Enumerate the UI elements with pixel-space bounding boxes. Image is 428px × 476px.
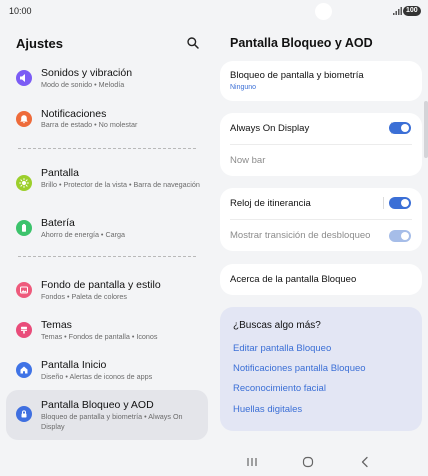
home-icon: [16, 362, 32, 378]
toggle-knob: [401, 199, 409, 207]
suggestions-card: ¿Buscas algo más? Editar pantalla Bloque…: [220, 307, 422, 431]
about-lock-screen-card[interactable]: Acerca de la pantalla Bloqueo: [220, 264, 422, 295]
item-sub: Bloqueo de pantalla y biometría • Always…: [41, 412, 183, 431]
camera-cutout: [315, 3, 332, 20]
aod-row[interactable]: Always On Display: [220, 113, 422, 144]
settings-item-display[interactable]: Pantalla Brillo • Protector de la vista …: [6, 160, 208, 206]
edge-panel-handle[interactable]: [424, 101, 428, 158]
suggestion-link[interactable]: Notificaciones pantalla Bloqueo: [233, 363, 366, 374]
item-sub: Modo de sonido • Melodía: [41, 80, 125, 89]
settings-item-lock-screen-aod[interactable]: Pantalla Bloqueo y AOD Bloqueo de pantal…: [6, 390, 208, 440]
lock-biometrics-card[interactable]: Bloqueo de pantalla y biometría Ninguno: [220, 61, 422, 101]
speaker-icon: [16, 70, 32, 86]
aod-card: Always On Display Now bar: [220, 113, 422, 176]
section-divider: [18, 148, 196, 149]
settings-item-notifications[interactable]: Notificaciones Barra de estado • No mole…: [6, 101, 208, 141]
brush-icon: [16, 322, 32, 338]
now-bar-label: Now bar: [230, 155, 266, 166]
aod-toggle[interactable]: [389, 122, 411, 134]
suggestion-link[interactable]: Huellas digitales: [233, 404, 302, 415]
suggestion-link[interactable]: Editar pantalla Bloqueo: [233, 343, 331, 354]
item-sub: Brillo • Protector de la vista • Barra d…: [41, 180, 200, 189]
about-lock-screen-label: Acerca de la pantalla Bloqueo: [230, 274, 357, 285]
item-sub: Fondos • Paleta de colores: [41, 292, 128, 301]
item-label: Fondo de pantalla y estilo: [41, 279, 161, 291]
item-label: Pantalla Bloqueo y AOD: [41, 399, 154, 411]
suggestions-heading: ¿Buscas algo más?: [233, 320, 321, 331]
roaming-clock-row[interactable]: Reloj de itinerancia: [220, 188, 422, 219]
item-sub: Diseño • Alertas de iconos de apps: [41, 372, 153, 381]
settings-title: Ajustes: [16, 36, 63, 51]
recents-icon[interactable]: [246, 456, 258, 468]
lock-biometrics-value: Ninguno: [230, 84, 257, 91]
item-sub: Ahorro de energía • Carga: [41, 230, 126, 239]
signal-icon: [393, 7, 402, 15]
item-label: Pantalla: [41, 167, 79, 179]
unlock-transition-toggle[interactable]: [389, 230, 411, 242]
clock-card: Reloj de itinerancia Mostrar transición …: [220, 188, 422, 251]
item-label: Pantalla Inicio: [41, 359, 107, 371]
roaming-clock-toggle[interactable]: [389, 197, 411, 209]
settings-item-home-screen[interactable]: Pantalla Inicio Diseño • Alertas de icon…: [6, 352, 208, 392]
sun-icon: [16, 175, 32, 191]
toggle-knob: [401, 232, 409, 240]
bell-icon: [16, 111, 32, 127]
item-label: Notificaciones: [41, 108, 107, 120]
aod-label: Always On Display: [230, 123, 310, 134]
battery-badge: 100: [403, 6, 421, 16]
back-icon[interactable]: [359, 456, 371, 468]
search-icon[interactable]: [186, 36, 200, 50]
row-divider: [383, 197, 384, 209]
suggestion-link[interactable]: Reconocimiento facial: [233, 383, 326, 394]
item-label: Sonidos y vibración: [41, 67, 133, 79]
battery-icon: [16, 220, 32, 236]
item-sub: Barra de estado • No molestar: [41, 120, 138, 129]
item-label: Temas: [41, 319, 72, 331]
page-title: Pantalla Bloqueo y AOD: [230, 36, 373, 50]
clock: 10:00: [9, 6, 32, 16]
unlock-transition-row[interactable]: Mostrar transición de desbloqueo: [220, 220, 422, 251]
status-bar: 10:00 100: [0, 0, 428, 24]
settings-item-themes[interactable]: Temas Temas • Fondos de pantalla • Icono…: [6, 313, 208, 353]
unlock-transition-label: Mostrar transición de desbloqueo: [230, 230, 371, 241]
now-bar-row[interactable]: Now bar: [220, 145, 422, 176]
settings-item-sounds[interactable]: Sonidos y vibración Modo de sonido • Mel…: [6, 60, 208, 100]
section-divider: [18, 256, 196, 257]
settings-item-battery[interactable]: Batería Ahorro de energía • Carga: [6, 209, 208, 249]
image-icon: [16, 282, 32, 298]
item-label: Batería: [41, 217, 75, 229]
roaming-clock-label: Reloj de itinerancia: [230, 198, 311, 209]
settings-item-wallpaper[interactable]: Fondo de pantalla y estilo Fondos • Pale…: [6, 272, 208, 312]
lock-biometrics-label: Bloqueo de pantalla y biometría: [230, 70, 364, 81]
toggle-knob: [401, 124, 409, 132]
item-sub: Temas • Fondos de pantalla • Iconos: [41, 332, 158, 341]
lock-icon: [16, 406, 32, 422]
home-nav-icon[interactable]: [302, 456, 314, 468]
